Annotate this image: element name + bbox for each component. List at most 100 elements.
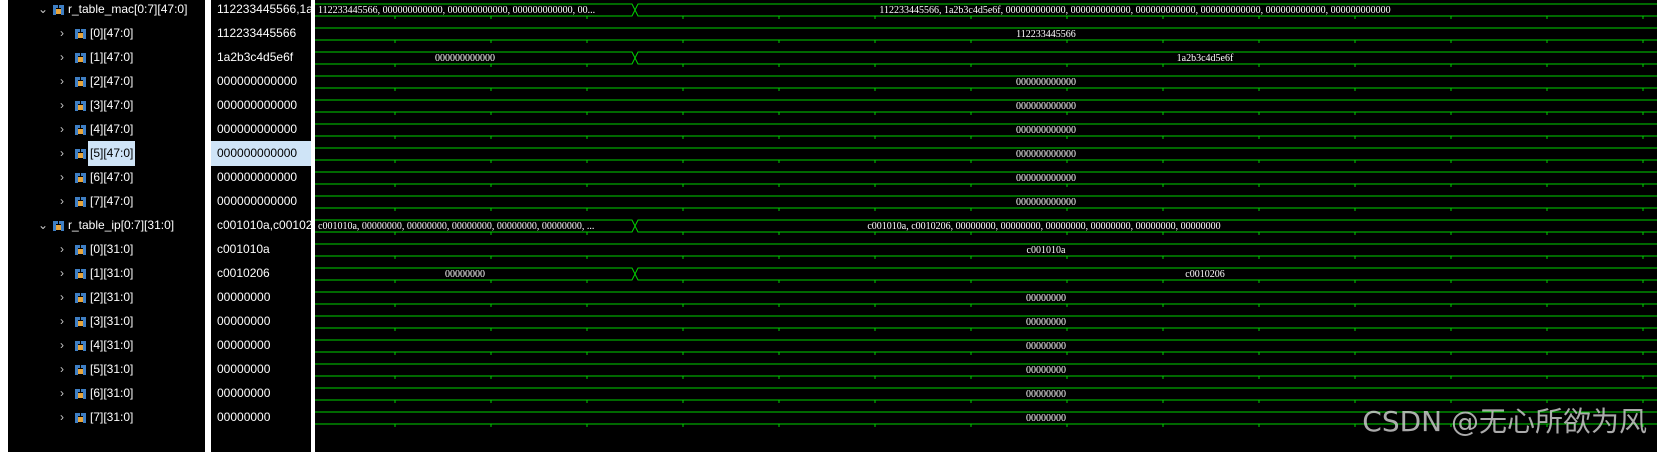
waveform-value-label: c001010a, c0010206, 00000000, 00000000, … [867,221,1220,232]
waveform-mac3: 000000000000 [315,99,1657,115]
signal-row-ip1[interactable]: › [1][31:0] [8,261,205,286]
waveform-mac2: 000000000000 [315,75,1657,91]
signal-name: [3][47:0] [90,98,134,112]
signal-name: [0][31:0] [90,242,134,256]
chevron-right-icon[interactable]: › [60,189,64,214]
bus-signal-icon [75,389,86,399]
signal-name: [1][31:0] [90,266,134,280]
waveform-value-label: 00000000 [1026,365,1066,376]
signal-value: 00000000 [217,338,271,352]
signal-row-ip4[interactable]: › [4][31:0] [8,333,205,358]
waveform-value-label: 00000000 [1026,341,1066,352]
waveform-mac4: 000000000000 [315,123,1657,139]
waveform-value-label: 000000000000 [1016,197,1076,208]
waveform-mac5: 000000000000 [315,147,1657,163]
chevron-right-icon[interactable]: › [60,117,64,142]
waveform-value-label: 000000000000 [1016,173,1076,184]
chevron-right-icon[interactable]: › [60,381,64,406]
left-edge [0,0,8,452]
signal-value: 00000000 [217,410,271,424]
chevron-down-icon[interactable]: ⌄ [38,213,48,238]
waveform-value-label: c001010a, 00000000, 00000000, 00000000, … [318,221,594,232]
signal-row-mac2[interactable]: › [2][47:0] [8,69,205,94]
bus-signal-icon [75,53,86,63]
signal-name: [6][47:0] [90,170,134,184]
signal-name: [2][31:0] [90,290,134,304]
signal-name: [6][31:0] [90,386,134,400]
signal-row-mac1[interactable]: › [1][47:0] [8,45,205,70]
chevron-right-icon[interactable]: › [60,141,64,166]
signal-row-mac0[interactable]: › [0][47:0] [8,21,205,46]
waveform-value-label: 00000000 [445,269,485,280]
chevron-right-icon[interactable]: › [60,237,64,262]
signal-name: [7][31:0] [90,410,134,424]
signal-row-mac7[interactable]: › [7][47:0] [8,189,205,214]
signal-value: 112233445566,1a2b3c4d5e6f,000000000000,0… [217,2,311,16]
bus-signal-icon [75,341,86,351]
waveform-r_table_mac: 112233445566, 000000000000, 000000000000… [315,3,1657,19]
chevron-right-icon[interactable]: › [60,261,64,286]
signal-row-ip2[interactable]: › [2][31:0] [8,285,205,310]
signal-value: 000000000000 [217,194,298,208]
signal-row-ip7[interactable]: › [7][31:0] [8,405,205,430]
signal-name-column: ⌄ r_table_mac[0:7][47:0] › [0][47:0] › [1][47… [8,0,205,452]
waveform-value-label: 00000000 [1026,293,1066,304]
waveform-value-label: 00000000 [1026,413,1066,424]
chevron-right-icon[interactable]: › [60,21,64,46]
waveform-ip0: c001010a [315,243,1657,259]
signal-name: r_table_ip[0:7][31:0] [68,218,175,232]
chevron-right-icon[interactable]: › [60,309,64,334]
signal-row-ip3[interactable]: › [3][31:0] [8,309,205,334]
signal-row-ip6[interactable]: › [6][31:0] [8,381,205,406]
signal-value: 00000000 [217,386,271,400]
signal-name: [4][47:0] [90,122,134,136]
chevron-right-icon[interactable]: › [60,45,64,70]
waveform-value-label: 000000000000 [1016,125,1076,136]
waveform-mac1: 000000000000 1a2b3c4d5e6f [315,51,1657,67]
signal-value: 1a2b3c4d5e6f [217,50,294,64]
signal-value: 112233445566 [217,26,297,40]
waveform-area[interactable]: 112233445566, 000000000000, 000000000000… [315,0,1657,452]
bus-signal-icon [75,125,86,135]
waveform-r_table_ip: c001010a, 00000000, 00000000, 00000000, … [315,219,1657,235]
chevron-right-icon[interactable]: › [60,69,64,94]
waveform-value-label: 000000000000 [1016,77,1076,88]
signal-row-mac4[interactable]: › [4][47:0] [8,117,205,142]
signal-value: 000000000000 [217,74,298,88]
bus-signal-icon [75,149,86,159]
bus-signal-icon [75,317,86,327]
signal-name: [2][47:0] [90,74,134,88]
bus-signal-icon [75,413,86,423]
chevron-down-icon[interactable]: ⌄ [38,0,48,22]
chevron-right-icon[interactable]: › [60,405,64,430]
waveform-value-label: 1a2b3c4d5e6f [1177,53,1234,64]
signal-row-mac3[interactable]: › [3][47:0] [8,93,205,118]
signal-name: [4][31:0] [90,338,134,352]
signal-name: [5][31:0] [90,362,134,376]
waveform-ip2: 00000000 [315,291,1657,307]
bus-signal-icon [75,245,86,255]
bus-signal-icon [75,29,86,39]
bus-signal-icon [53,5,64,15]
bus-signal-icon [75,293,86,303]
chevron-right-icon[interactable]: › [60,165,64,190]
signal-name: [5][47:0] [88,141,136,166]
signal-value: 000000000000 [217,98,298,112]
signal-value: 000000000000 [217,170,298,184]
watermark: CSDN @无心所欲为风 [1362,405,1647,438]
waveform-mac0: 112233445566 [315,27,1657,43]
signal-value: 000000000000 [217,122,298,136]
signal-row-r_table_ip[interactable]: ⌄ r_table_ip[0:7][31:0] [8,213,205,238]
chevron-right-icon[interactable]: › [60,285,64,310]
signal-name: r_table_mac[0:7][47:0] [68,2,188,16]
signal-row-mac5[interactable]: › [5][47:0] [8,141,205,166]
signal-row-r_table_mac[interactable]: ⌄ r_table_mac[0:7][47:0] [8,0,205,22]
signal-row-mac6[interactable]: › [6][47:0] [8,165,205,190]
signal-name: [1][47:0] [90,50,134,64]
signal-row-ip0[interactable]: › [0][31:0] [8,237,205,262]
chevron-right-icon[interactable]: › [60,93,64,118]
chevron-right-icon[interactable]: › [60,357,64,382]
chevron-right-icon[interactable]: › [60,333,64,358]
signal-row-ip5[interactable]: › [5][31:0] [8,357,205,382]
waveform-ip3: 00000000 [315,315,1657,331]
